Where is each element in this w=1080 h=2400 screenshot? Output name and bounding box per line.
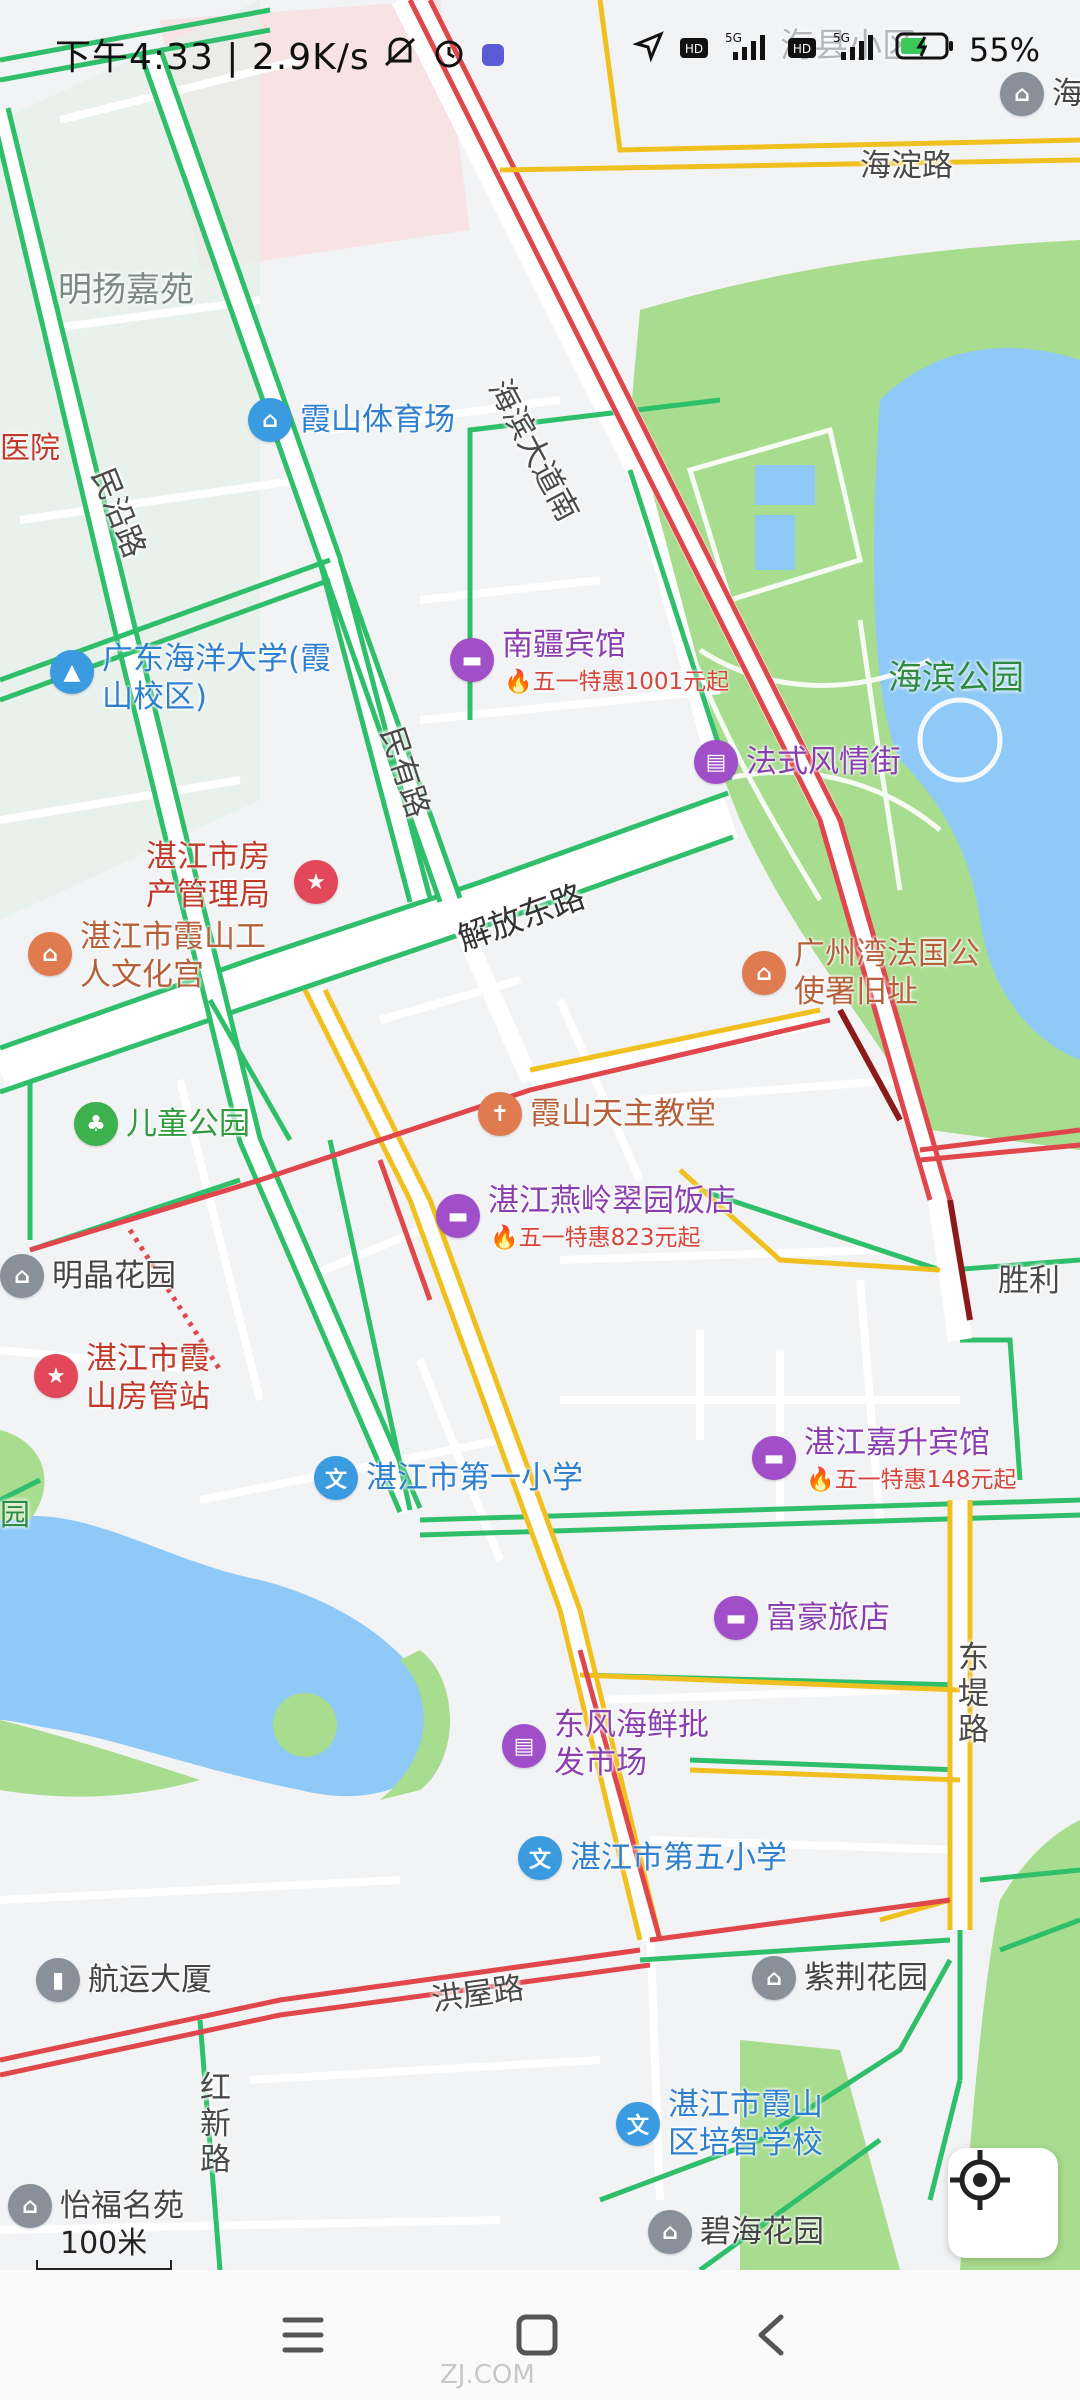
svg-text:HD: HD: [793, 42, 811, 56]
culture-icon: ⌂: [28, 932, 72, 976]
status-bar: 下午4:33 | 2.9K/s HD 5G HD 5G 55%: [0, 0, 1080, 110]
poi-housing-bureau[interactable]: ★ 湛江市房产管理局: [138, 838, 338, 914]
road-label-shengli: 胜利: [998, 1263, 1060, 1299]
hd-icon: HD: [787, 31, 817, 69]
road-label-haiding: 海淀路: [860, 148, 953, 184]
church-icon: ✝: [478, 1092, 522, 1136]
area-label-haibin-park: 海滨公园: [888, 658, 1024, 698]
poi-jiasheng-hotel[interactable]: ▬ 湛江嘉升宾馆 🔥五一特惠148元起: [752, 1426, 1017, 1494]
poi-bihai-garden[interactable]: ⌂ 碧海花园: [648, 2210, 824, 2254]
school-icon: 文: [314, 1456, 358, 1500]
promo-badge: 🔥五一特惠148元起: [806, 1467, 1017, 1493]
promo-badge: 🔥五一特惠823元起: [490, 1225, 701, 1251]
home-square-icon: [516, 2314, 558, 2356]
residential-icon: ⌂: [0, 1254, 44, 1298]
poi-catholic-church[interactable]: ✝ 霞山天主教堂: [478, 1092, 716, 1136]
status-right: HD 5G HD 5G 55%: [632, 30, 1040, 70]
market-icon: ▤: [502, 1724, 546, 1768]
hd-icon: HD: [679, 31, 709, 69]
road-label-dongdi: 东堤路: [958, 1640, 989, 1748]
poi-hangyun-building[interactable]: ▮ 航运大厦: [36, 1958, 212, 2002]
poi-fuhao-inn[interactable]: ▬ 富豪旅店: [714, 1596, 890, 1640]
back-button[interactable]: [736, 2300, 806, 2370]
signal-5g-icon: 5G: [831, 30, 881, 70]
poi-ocean-university[interactable]: ▲ 广东海洋大学(霞山校区): [50, 640, 332, 716]
promo-badge: 🔥五一特惠1001元起: [504, 669, 730, 695]
status-left: 下午4:33 | 2.9K/s: [55, 28, 507, 80]
stadium-icon: ⌂: [248, 398, 292, 442]
poi-workers-culture-palace[interactable]: ⌂ 湛江市霞山工人文化宫: [28, 918, 266, 994]
poi-zijing-garden[interactable]: ⌂ 紫荆花园: [752, 1956, 928, 2000]
poi-fifth-primary-school[interactable]: 文 湛江市第五小学: [518, 1836, 787, 1880]
system-navigation-bar: ZJ.COM: [0, 2270, 1080, 2400]
battery-charging-icon: [895, 31, 955, 69]
shopping-icon: ▤: [694, 740, 738, 784]
menu-icon: [282, 2317, 324, 2353]
svg-text:5G: 5G: [725, 31, 742, 45]
alarm-icon: [431, 35, 467, 78]
poi-xiashan-stadium[interactable]: ⌂ 霞山体育场: [248, 398, 455, 442]
map-scale: 100米: [36, 2218, 172, 2270]
network-speed: 2.9K/s: [251, 37, 370, 78]
hotel-icon: ▬: [714, 1596, 758, 1640]
back-chevron-icon: [758, 2314, 784, 2356]
park-icon: ♣: [74, 1102, 118, 1146]
school-icon: 文: [518, 1836, 562, 1880]
svg-text:HD: HD: [685, 42, 703, 56]
menu-button[interactable]: [268, 2300, 338, 2370]
area-label-yiyuan: 医院: [0, 431, 60, 466]
poi-childrens-park[interactable]: ♣ 儿童公园: [74, 1102, 250, 1146]
hotel-icon: ▬: [450, 638, 494, 682]
my-location-button[interactable]: [948, 2148, 1058, 2258]
school-icon: ▲: [50, 650, 94, 694]
residential-icon: ⌂: [752, 1956, 796, 2000]
location-arrow-icon: [632, 30, 665, 70]
watermark: ZJ.COM: [440, 2360, 535, 2390]
poi-french-legation[interactable]: ⌂ 广州湾法国公使署旧址: [742, 935, 980, 1011]
poi-yanling-hotel[interactable]: ▬ 湛江燕岭翠园饭店 🔥五一特惠823元起: [436, 1184, 736, 1252]
locate-crosshair-icon: [950, 2150, 1010, 2210]
school-icon: 文: [616, 2102, 660, 2146]
poi-mingjing-garden[interactable]: ⌂ 明晶花园: [0, 1254, 176, 1298]
battery-percentage: 55%: [968, 31, 1040, 69]
landmark-icon: ⌂: [742, 951, 786, 995]
building-icon: ▮: [36, 1958, 80, 2002]
clock: 下午4:33: [55, 37, 214, 78]
poi-seafood-market[interactable]: ▤ 东风海鲜批发市场: [502, 1706, 714, 1782]
sticker-icon: [479, 37, 507, 78]
area-label-mingyang: 明扬嘉苑: [58, 270, 194, 310]
area-label-yuan: 园: [0, 1498, 30, 1533]
poi-french-street[interactable]: ▤ 法式风情街: [694, 740, 901, 784]
hotel-icon: ▬: [436, 1194, 480, 1238]
mute-bell-icon: [382, 35, 418, 78]
government-icon: ★: [294, 860, 338, 904]
poi-first-primary-school[interactable]: 文 湛江市第一小学: [314, 1456, 583, 1500]
hotel-icon: ▬: [752, 1436, 796, 1480]
poi-peizhi-school[interactable]: 文 湛江市霞山区培智学校: [616, 2086, 848, 2162]
svg-text:5G: 5G: [833, 31, 850, 45]
signal-5g-icon: 5G: [723, 30, 773, 70]
poi-housing-station[interactable]: ★ 湛江市霞山房管站: [34, 1340, 236, 1416]
road-label-hongxin: 红新路: [200, 2070, 231, 2178]
map-canvas[interactable]: 海淀路 海滨大道南 民沿路 民有路 解放东路 东堤路 洪屋路 红新路 胜利 明扬…: [0, 0, 1080, 2270]
poi-nanjiang-hotel[interactable]: ▬ 南疆宾馆 🔥五一特惠1001元起: [450, 628, 729, 696]
residential-icon: ⌂: [648, 2210, 692, 2254]
government-icon: ★: [34, 1354, 78, 1398]
